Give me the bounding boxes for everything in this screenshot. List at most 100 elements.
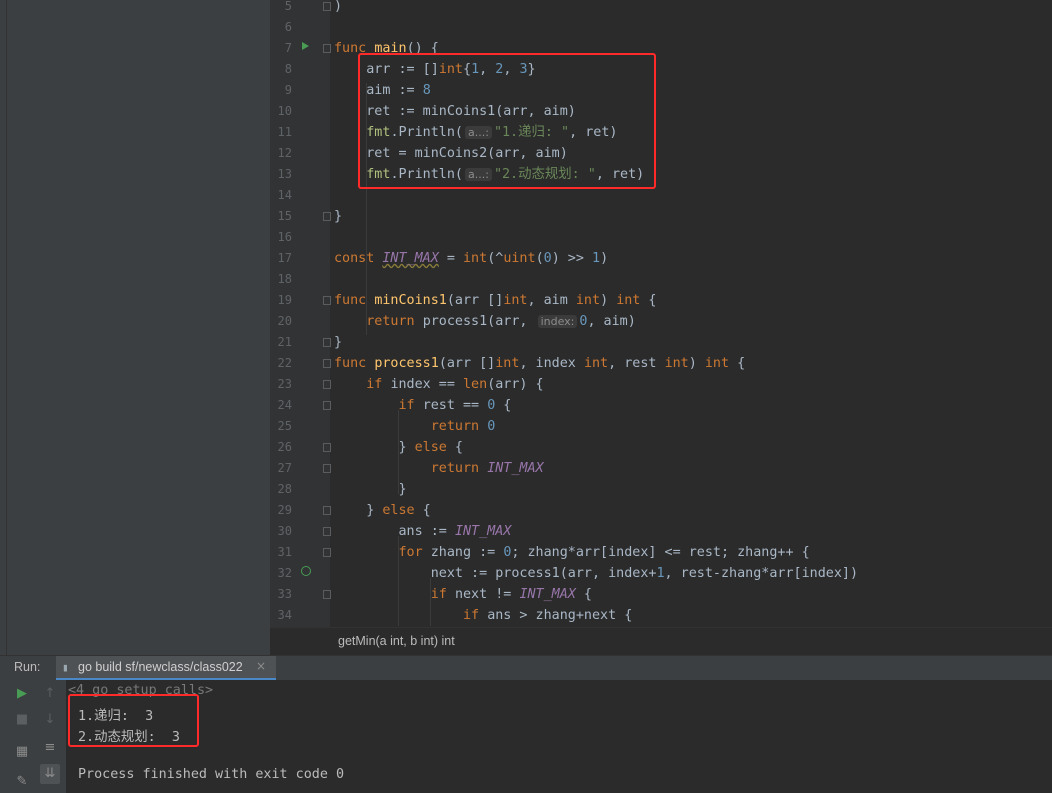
fold-marker-icon[interactable]: [323, 506, 331, 515]
line-number: 8: [284, 62, 292, 76]
layout-icon[interactable]: ▦: [12, 742, 32, 762]
line-number: 15: [277, 209, 292, 223]
line-number: 13: [277, 167, 292, 181]
code-line[interactable]: const INT_MAX = int(^uint(0) >> 1): [334, 248, 608, 269]
go-file-icon: ▮: [62, 661, 69, 674]
scroll-to-end-icon[interactable]: ⇊: [40, 764, 60, 784]
code-token: ): [688, 356, 705, 371]
code-line[interactable]: ): [334, 0, 342, 17]
line-number: 31: [277, 545, 292, 559]
code-token: }: [334, 482, 407, 497]
line-number: 18: [277, 272, 292, 286]
param-hint: index:: [537, 315, 578, 328]
up-arrow-icon[interactable]: ↑: [40, 684, 60, 704]
line-number: 29: [277, 503, 292, 517]
fold-marker-icon[interactable]: [323, 443, 331, 452]
code-token: 0: [487, 419, 496, 434]
fold-marker-icon[interactable]: [323, 359, 331, 368]
code-token: else: [414, 440, 447, 455]
fold-marker-icon[interactable]: [323, 548, 331, 557]
line-number: 21: [277, 335, 292, 349]
line-number: 22: [277, 356, 292, 370]
recursion-gutter-icon: [301, 566, 311, 576]
code-token: INT_MAX: [487, 461, 544, 476]
code-token: , aim): [587, 314, 636, 329]
soft-wrap-icon[interactable]: ≡: [40, 738, 60, 758]
left-tool-strip: [0, 0, 7, 655]
code-token: 0: [543, 251, 552, 266]
run-tab-label: go build sf/newclass/class022: [78, 660, 243, 674]
code-token: ans :=: [334, 524, 455, 539]
run-gutter-icon[interactable]: [302, 42, 309, 50]
code-token: ) >>: [551, 251, 592, 266]
console-line: Process finished with exit code 0: [78, 767, 345, 782]
fold-marker-icon[interactable]: [323, 590, 331, 599]
line-number: 17: [277, 251, 292, 265]
rerun-icon[interactable]: ▶: [12, 684, 32, 704]
line-number: 12: [277, 146, 292, 160]
highlight-box-code: [358, 53, 656, 189]
code-line[interactable]: return process1(arr, index: 0, aim): [334, 311, 636, 332]
code-token: process1: [374, 356, 439, 371]
fold-marker-icon[interactable]: [323, 212, 331, 221]
code-token: , index: [519, 356, 584, 371]
line-number: 26: [277, 440, 292, 454]
code-token: int: [704, 356, 730, 371]
code-line[interactable]: }: [334, 332, 342, 353]
line-number: 33: [277, 587, 292, 601]
run-tab[interactable]: ▮ go build sf/newclass/class022 ×: [56, 656, 276, 680]
code-line[interactable]: if next != INT_MAX {: [334, 584, 592, 605]
run-label: Run:: [14, 660, 41, 674]
code-line[interactable]: return INT_MAX: [334, 458, 544, 479]
code-line[interactable]: }: [334, 206, 342, 227]
breadcrumb[interactable]: getMin(a int, b int) int: [270, 627, 1052, 655]
fold-marker-icon[interactable]: [323, 380, 331, 389]
down-arrow-icon[interactable]: ↓: [40, 710, 60, 730]
code-token: 1: [656, 566, 665, 581]
code-line[interactable]: func minCoins1(arr []int, aim int) int {: [334, 290, 657, 311]
fold-marker-icon[interactable]: [323, 2, 331, 11]
code-token: , rest: [608, 356, 665, 371]
code-token: {: [575, 587, 592, 602]
fold-marker-icon[interactable]: [323, 296, 331, 305]
code-token: rest ==: [422, 398, 488, 413]
fold-marker-icon[interactable]: [323, 44, 331, 53]
line-number: 25: [277, 419, 292, 433]
fold-marker-icon[interactable]: [323, 527, 331, 536]
stop-icon[interactable]: ■: [12, 710, 32, 730]
code-line[interactable]: if rest == 0 {: [334, 395, 512, 416]
code-token: int: [664, 356, 689, 371]
code-token: INT_MAX: [454, 524, 512, 539]
fold-marker-icon[interactable]: [323, 338, 331, 347]
fold-marker-icon[interactable]: [323, 401, 331, 410]
line-number: 32: [277, 566, 292, 580]
code-token: const: [334, 251, 383, 266]
code-line[interactable]: func process1(arr []int, index int, rest…: [334, 353, 745, 374]
indent-guide: [398, 410, 399, 494]
code-line[interactable]: }: [334, 479, 407, 500]
code-line[interactable]: if index == len(arr) {: [334, 374, 544, 395]
code-token: ans > zhang+next {: [487, 608, 633, 623]
code-line[interactable]: return 0: [334, 416, 496, 437]
close-icon[interactable]: ×: [256, 659, 266, 673]
line-number: 7: [284, 41, 292, 55]
line-number: 20: [277, 314, 292, 328]
pin-icon[interactable]: ✎: [12, 772, 32, 792]
code-line[interactable]: for zhang := 0; zhang*arr[index] <= rest…: [334, 542, 810, 563]
line-number: 19: [277, 293, 292, 307]
indent-guide: [430, 578, 431, 626]
fold-marker-icon[interactable]: [323, 464, 331, 473]
code-token: len: [463, 377, 488, 392]
breadcrumb-text[interactable]: getMin(a int, b int) int: [338, 634, 455, 648]
code-line[interactable]: ans := INT_MAX: [334, 521, 511, 542]
code-line[interactable]: } else {: [334, 500, 431, 521]
code-token: return: [430, 461, 488, 476]
code-line[interactable]: if ans > zhang+next {: [334, 605, 632, 626]
code-line[interactable]: next := process1(arr, index+1, rest-zhan…: [334, 563, 858, 584]
code-token: (arr) {: [487, 377, 544, 392]
